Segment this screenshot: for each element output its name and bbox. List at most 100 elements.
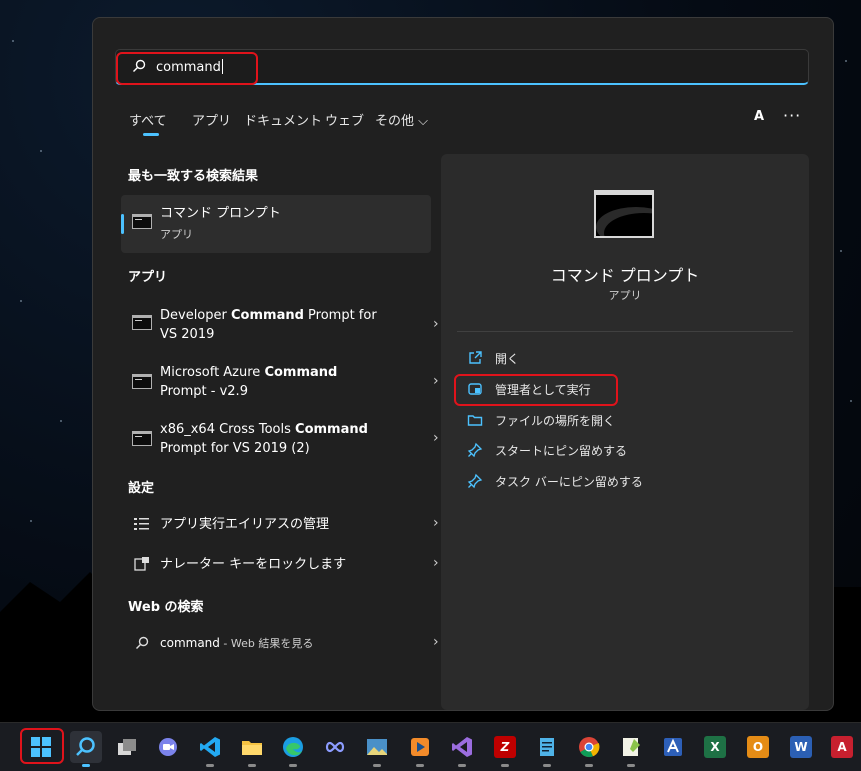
access-button[interactable] [657, 731, 689, 763]
narrator-icon [134, 557, 149, 571]
chevron-right-icon[interactable]: › [433, 515, 439, 531]
running-indicator [373, 764, 381, 767]
notepad-plus-icon [623, 738, 640, 756]
word-icon: W [790, 736, 812, 758]
word-button[interactable]: W [785, 731, 817, 763]
excel-icon: X [704, 736, 726, 758]
notepad-button[interactable] [531, 731, 563, 767]
edge-button[interactable] [277, 731, 309, 767]
tab-all[interactable]: すべて [129, 110, 167, 136]
chrome-button[interactable] [573, 731, 605, 767]
web-suffix: - Web 結果を見る [219, 637, 314, 650]
app-result-title: Developer Command Prompt for VS 2019 [160, 306, 377, 344]
chevron-right-icon[interactable]: › [433, 373, 439, 389]
vscode-icon [200, 737, 220, 757]
command-prompt-large-icon [594, 190, 654, 238]
list-item-cross-tools-command-prompt[interactable]: x86_x64 Cross Tools Command Prompt for VS… [121, 418, 439, 464]
title-match: Command [295, 422, 368, 437]
selection-indicator [121, 214, 124, 234]
acrobat-icon: A [831, 736, 853, 758]
notepad-icon [540, 738, 554, 756]
file-explorer-button[interactable] [236, 731, 268, 767]
visual-studio-icon [452, 737, 472, 757]
chevron-right-icon[interactable]: › [433, 430, 439, 446]
web-query: command [160, 636, 220, 650]
title-line2: Prompt for VS 2019 (2) [160, 441, 310, 456]
filezilla-button[interactable]: Z [489, 731, 521, 767]
taskbar: Z X O W A [0, 722, 861, 771]
action-label: タスク バーにピン留めする [495, 475, 643, 489]
tab-documents[interactable]: ドキュメント [244, 110, 322, 129]
title-line2: VS 2019 [160, 327, 215, 342]
detail-pane: コマンド プロンプト アプリ 開く 管理者として実行 ファイルの場所を開く スタ… [441, 154, 809, 710]
media-player-button[interactable] [404, 731, 436, 767]
tab-more[interactable]: その他 ⌵ [375, 110, 428, 129]
running-indicator [248, 764, 256, 767]
command-prompt-icon [132, 374, 152, 389]
tab-apps[interactable]: アプリ [192, 110, 231, 129]
infinity-app-icon [325, 741, 345, 753]
media-player-icon [411, 738, 429, 756]
title-match: Command [264, 365, 338, 380]
chevron-right-icon[interactable]: › [433, 555, 439, 571]
web-search-label: command - Web 結果を見る [160, 634, 313, 653]
search-flyout: command すべて アプリ ドキュメント ウェブ その他 ⌵ A ··· 最… [92, 17, 834, 711]
title-prefix: x86_x64 Cross Tools [160, 422, 296, 437]
access-icon [664, 738, 682, 756]
list-item-app-execution-aliases[interactable]: アプリ実行エイリアスの管理 › [121, 514, 439, 536]
best-match-item[interactable]: コマンド プロンプト アプリ [121, 195, 431, 253]
edge-icon [283, 737, 303, 757]
task-view-button[interactable] [111, 731, 143, 763]
folder-icon [467, 415, 483, 426]
photos-app-button[interactable] [361, 731, 393, 767]
running-indicator [543, 764, 551, 767]
detail-subtitle: アプリ [608, 289, 642, 302]
best-match-heading: 最も一致する検索結果 [128, 169, 259, 184]
command-prompt-icon [132, 214, 152, 229]
list-item-narrator-key-lock[interactable]: ナレーター キーをロックします › [121, 554, 439, 576]
teams-chat-button[interactable] [152, 731, 184, 763]
list-item-web-search[interactable]: command - Web 結果を見る › [121, 633, 439, 655]
acrobat-button[interactable]: A [826, 731, 858, 763]
running-indicator [206, 764, 214, 767]
running-indicator [458, 764, 466, 767]
task-view-icon [118, 739, 136, 755]
action-label: 開く [495, 352, 520, 366]
app-result-title: x86_x64 Cross Tools Command Prompt for VS… [160, 420, 368, 458]
search-icon [76, 737, 95, 756]
more-options-button[interactable]: ··· [783, 106, 801, 125]
active-indicator [82, 764, 90, 767]
visual-studio-button[interactable] [446, 731, 478, 767]
tab-web[interactable]: ウェブ [325, 110, 364, 129]
taskbar-search-button[interactable] [70, 731, 102, 767]
title-suffix: Prompt for [303, 308, 377, 323]
title-match: Command [231, 308, 304, 323]
setting-label: アプリ実行エイリアスの管理 [160, 517, 330, 532]
title-prefix: Microsoft Azure [160, 365, 265, 380]
pin-icon [467, 473, 483, 489]
chevron-right-icon[interactable]: › [433, 316, 439, 332]
setting-label: ナレーター キーをロックします [160, 557, 347, 572]
chevron-right-icon[interactable]: › [433, 634, 439, 650]
command-prompt-icon [132, 431, 152, 446]
running-indicator [627, 764, 635, 767]
title-line2: Prompt - v2.9 [160, 384, 248, 399]
best-match-subtitle: アプリ [160, 228, 193, 241]
account-avatar[interactable]: A [747, 109, 771, 129]
chrome-icon [579, 737, 600, 758]
start-highlight-box [20, 728, 64, 764]
apps-heading: アプリ [128, 270, 168, 285]
excel-button[interactable]: X [699, 731, 731, 763]
detail-title: コマンド プロンプト [550, 266, 700, 285]
infinity-app-button[interactable] [319, 731, 351, 763]
running-indicator [289, 764, 297, 767]
search-icon [136, 636, 149, 649]
vscode-button[interactable] [194, 731, 226, 767]
open-external-icon [469, 351, 482, 364]
outlook-button[interactable]: O [742, 731, 774, 763]
notepad-plus-button[interactable] [615, 731, 647, 767]
list-icon [134, 518, 149, 530]
filezilla-icon: Z [494, 736, 516, 758]
list-item-azure-command-prompt[interactable]: Microsoft Azure Command Prompt - v2.9 › [121, 361, 439, 407]
list-item-developer-command-prompt[interactable]: Developer Command Prompt for VS 2019 › [121, 304, 439, 350]
